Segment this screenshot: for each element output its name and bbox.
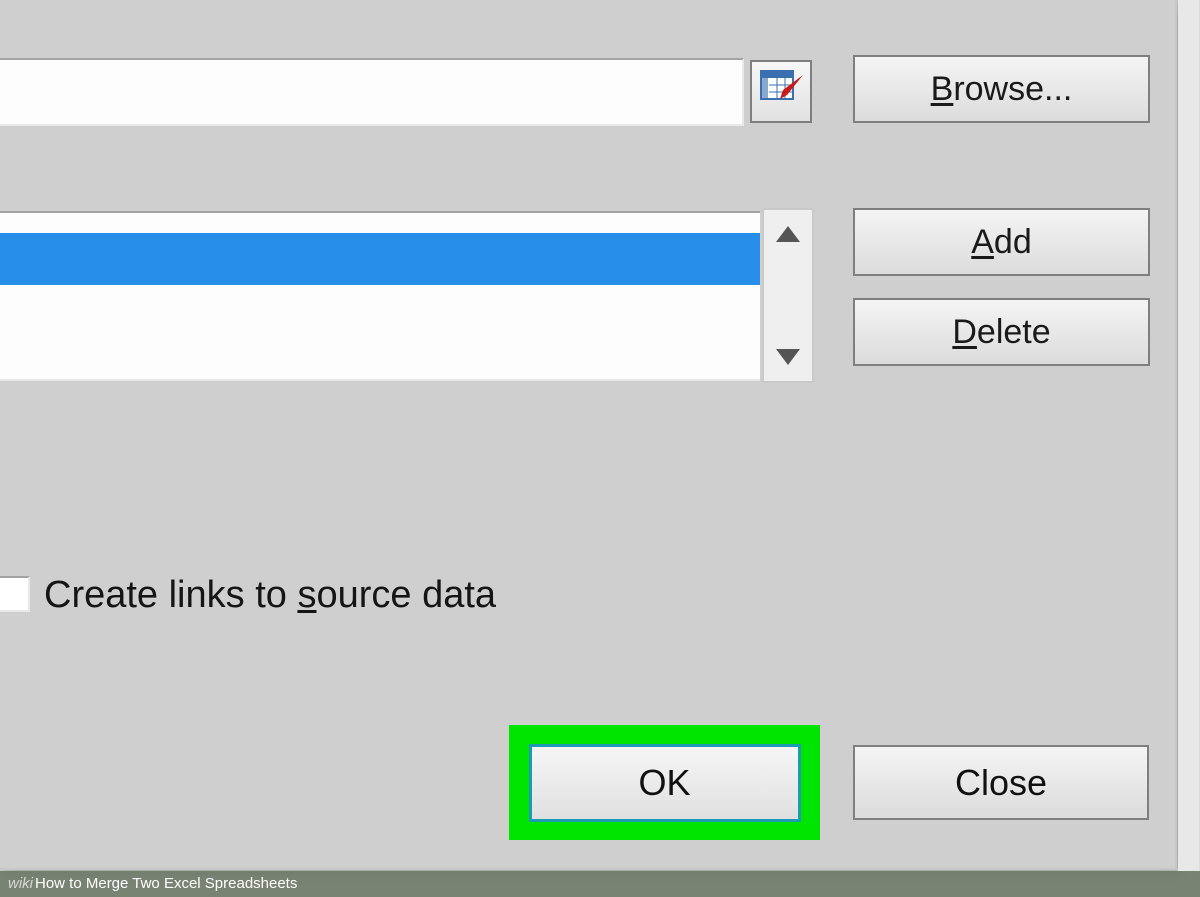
browse-button[interactable]: Browse... <box>853 55 1150 123</box>
add-button-label: Add <box>971 223 1032 262</box>
watermark-caption: wikiHow to Merge Two Excel Spreadsheets <box>0 871 1200 897</box>
browse-button-label: Browse... <box>931 70 1073 109</box>
add-button[interactable]: Add <box>853 208 1150 276</box>
wiki-logo-text: wiki <box>8 875 33 892</box>
selected-reference-item[interactable] <box>0 233 760 285</box>
scroll-up-button[interactable] <box>764 210 812 258</box>
create-links-checkbox[interactable] <box>0 576 30 612</box>
close-button[interactable]: Close <box>853 745 1149 820</box>
create-links-label: Create links to source data <box>44 574 496 617</box>
references-listbox[interactable] <box>0 211 760 381</box>
collapse-dialog-button[interactable] <box>750 60 812 123</box>
scroll-down-button[interactable] <box>764 333 812 381</box>
close-button-label: Close <box>955 762 1047 804</box>
listbox-scrollbar[interactable] <box>762 208 814 383</box>
ok-highlight: OK <box>509 725 820 840</box>
reference-input[interactable] <box>0 58 744 126</box>
delete-button[interactable]: Delete <box>853 298 1150 366</box>
range-select-icon <box>759 67 803 116</box>
ok-button[interactable]: OK <box>529 744 801 822</box>
background-strip <box>1178 0 1200 871</box>
delete-button-label: Delete <box>952 313 1050 352</box>
caption-text: How to Merge Two Excel Spreadsheets <box>35 875 297 892</box>
ok-button-label: OK <box>638 762 690 804</box>
consolidate-dialog: Browse... Add Delete Create links to sou… <box>0 0 1177 870</box>
